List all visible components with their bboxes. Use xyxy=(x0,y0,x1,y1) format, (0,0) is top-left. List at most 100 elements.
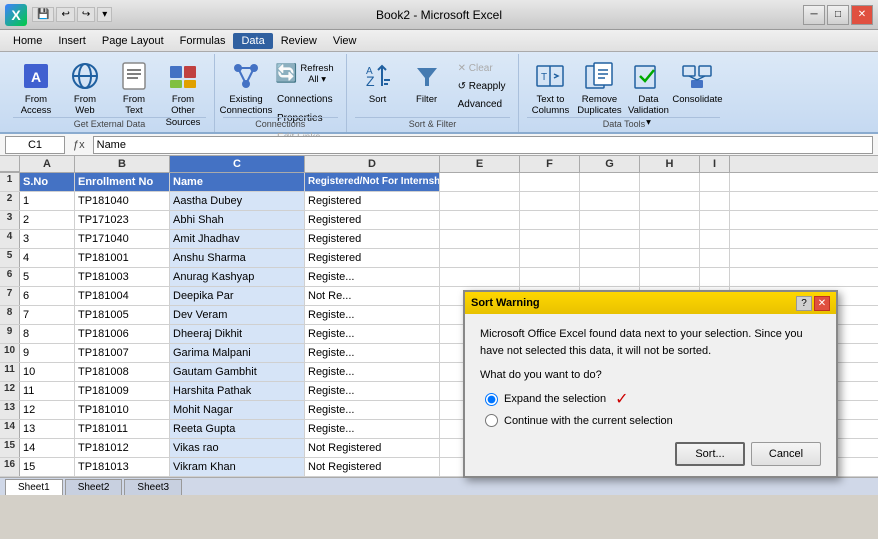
cell-1i[interactable] xyxy=(700,173,730,191)
expand-selection-radio[interactable] xyxy=(485,393,498,406)
col-header-a[interactable]: A xyxy=(20,156,75,172)
dialog-buttons: Sort... Cancel xyxy=(480,442,821,466)
text-to-columns-icon: T xyxy=(534,60,566,92)
from-access-button[interactable]: A FromAccess xyxy=(13,57,59,120)
col-header-i[interactable]: I xyxy=(700,156,730,172)
reapply-label: ↺ Reapply xyxy=(458,81,506,92)
header-enrollment[interactable]: Enrollment No xyxy=(75,173,170,191)
menu-formulas[interactable]: Formulas xyxy=(172,33,234,49)
cell-1e[interactable] xyxy=(440,173,520,191)
menu-insert[interactable]: Insert xyxy=(50,33,94,49)
current-selection-row: Continue with the current selection xyxy=(485,414,821,427)
expand-selection-label: Expand the selection xyxy=(504,393,606,405)
from-text-button[interactable]: FromText xyxy=(111,57,157,120)
cell-reference[interactable] xyxy=(5,136,65,154)
group-data-tools-label: Data Tools xyxy=(527,117,720,129)
col-header-h[interactable]: H xyxy=(640,156,700,172)
connections-label: Connections xyxy=(277,94,333,105)
filter-button[interactable]: Filter xyxy=(404,57,450,108)
clear-button[interactable]: ✕ Clear xyxy=(453,60,511,77)
svg-text:Z: Z xyxy=(366,73,375,89)
ribbon: A FromAccess FromWeb From xyxy=(0,52,878,134)
header-name[interactable]: Name xyxy=(170,173,305,191)
sheet-tab-2[interactable]: Sheet2 xyxy=(65,479,123,495)
close-button[interactable]: ✕ xyxy=(851,5,873,25)
col-header-b[interactable]: B xyxy=(75,156,170,172)
table-row: 3 2 TP171023 Abhi Shah Registered xyxy=(0,211,878,230)
menu-review[interactable]: Review xyxy=(273,33,325,49)
existing-connections-button[interactable]: ExistingConnections xyxy=(223,57,269,120)
dialog-body: Microsoft Office Excel found data next t… xyxy=(465,314,836,476)
from-web-label: FromWeb xyxy=(74,94,96,117)
sort-cancel-button[interactable]: Cancel xyxy=(751,442,821,466)
refresh-label: RefreshAll ▾ xyxy=(300,63,333,86)
remove-duplicates-icon xyxy=(583,60,615,92)
table-header-row: 1 S.No Enrollment No Name Registered/Not… xyxy=(0,173,878,192)
current-selection-radio[interactable] xyxy=(485,414,498,427)
table-row: 5 4 TP181001 Anshu Sharma Registered xyxy=(0,249,878,268)
remove-duplicates-label: RemoveDuplicates xyxy=(577,94,621,117)
remove-duplicates-button[interactable]: RemoveDuplicates xyxy=(576,57,622,120)
cell-1f[interactable] xyxy=(520,173,580,191)
menu-home[interactable]: Home xyxy=(5,33,50,49)
window-controls[interactable]: ─ □ ✕ xyxy=(803,5,873,25)
reapply-button[interactable]: ↺ Reapply xyxy=(453,78,511,95)
consolidate-button[interactable]: Consolidate xyxy=(674,57,720,108)
cell-1h[interactable] xyxy=(640,173,700,191)
maximize-button[interactable]: □ xyxy=(827,5,849,25)
sheet-tab-3[interactable]: Sheet3 xyxy=(124,479,182,495)
menu-bar: Home Insert Page Layout Formulas Data Re… xyxy=(0,30,878,52)
row-num-1: 1 xyxy=(0,173,20,191)
col-header-f[interactable]: F xyxy=(520,156,580,172)
svg-text:A: A xyxy=(31,69,41,85)
text-to-columns-button[interactable]: T Text toColumns xyxy=(527,57,573,120)
clear-label: ✕ Clear xyxy=(458,63,493,74)
existing-connections-label: ExistingConnections xyxy=(220,94,273,117)
minimize-button[interactable]: ─ xyxy=(803,5,825,25)
quick-access[interactable]: 💾 ↩ ↪ ▾ xyxy=(32,7,112,22)
app-icon: X xyxy=(5,4,27,26)
connections-button[interactable]: Connections xyxy=(272,91,338,108)
col-header-d[interactable]: D xyxy=(305,156,440,172)
dialog-title-buttons[interactable]: ? ✕ xyxy=(796,296,830,311)
dialog-close-button[interactable]: ✕ xyxy=(814,296,830,311)
checkmark-icon: ✓ xyxy=(615,389,628,409)
dialog-titlebar: Sort Warning ? ✕ xyxy=(465,292,836,314)
col-header-e[interactable]: E xyxy=(440,156,520,172)
sheet-tab-1[interactable]: Sheet1 xyxy=(5,479,63,495)
advanced-label: Advanced xyxy=(458,99,502,110)
refresh-icon: 🔄 xyxy=(275,63,297,84)
group-external-label: Get External Data xyxy=(13,117,206,129)
dialog-question: What do you want to do? xyxy=(480,369,821,381)
ribbon-group-external-data: A FromAccess FromWeb From xyxy=(5,54,215,132)
from-web-icon xyxy=(69,60,101,92)
refresh-all-button[interactable]: 🔄 RefreshAll ▾ xyxy=(272,57,324,89)
window-title: Book2 - Microsoft Excel xyxy=(376,8,502,22)
menu-view[interactable]: View xyxy=(325,33,365,49)
menu-page-layout[interactable]: Page Layout xyxy=(94,33,172,49)
sort-confirm-button[interactable]: Sort... xyxy=(675,442,745,466)
advanced-button[interactable]: Advanced xyxy=(453,96,511,113)
from-access-icon: A xyxy=(20,60,52,92)
expand-selection-row: Expand the selection ✓ xyxy=(485,389,821,409)
formula-bar: ƒx xyxy=(0,134,878,156)
dialog-radio-group: Expand the selection ✓ Continue with the… xyxy=(480,389,821,427)
menu-data[interactable]: Data xyxy=(233,33,272,49)
formula-input[interactable] xyxy=(93,136,873,154)
consolidate-label: Consolidate xyxy=(672,94,722,105)
ribbon-group-sort-filter: AZ Sort Filter ✕ Clear ↺ Reapply Advance… xyxy=(347,54,520,132)
header-registered[interactable]: Registered/Not For Internship xyxy=(305,173,440,191)
consolidate-icon xyxy=(681,60,713,92)
dialog-help-button[interactable]: ? xyxy=(796,296,812,311)
data-validation-icon xyxy=(632,60,664,92)
sheet-tabs: Sheet1 Sheet2 Sheet3 xyxy=(0,477,878,495)
group-connections-label: Connections xyxy=(223,117,338,129)
sort-button[interactable]: AZ Sort xyxy=(355,57,401,108)
cell-1g[interactable] xyxy=(580,173,640,191)
table-row: 2 1 TP181040 Aastha Dubey Registered xyxy=(0,192,878,211)
col-header-g[interactable]: G xyxy=(580,156,640,172)
table-row: 4 3 TP171040 Amit Jhadhav Registered xyxy=(0,230,878,249)
from-web-button[interactable]: FromWeb xyxy=(62,57,108,120)
col-header-c[interactable]: C xyxy=(170,156,305,172)
header-sno[interactable]: S.No xyxy=(20,173,75,191)
